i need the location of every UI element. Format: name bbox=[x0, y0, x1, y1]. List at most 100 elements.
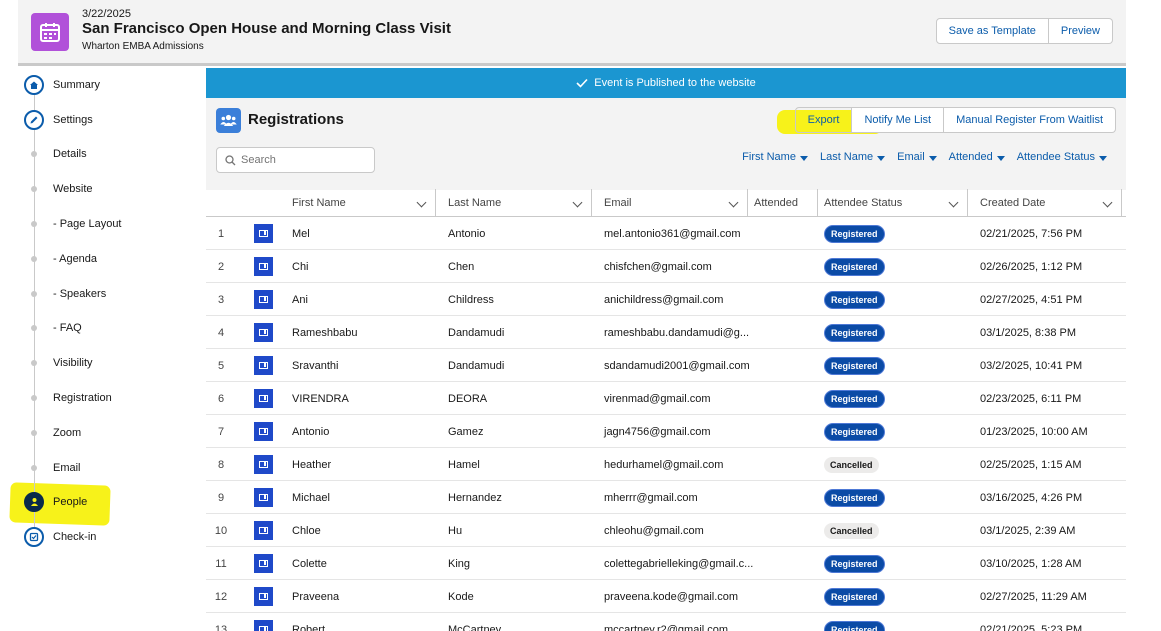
contact-card-icon[interactable] bbox=[254, 290, 273, 309]
caret-down-icon bbox=[799, 155, 808, 161]
event-header: 3/22/2025 San Francisco Open House and M… bbox=[18, 0, 1126, 66]
created-date-cell: 03/2/2025, 10:41 PM bbox=[980, 359, 1083, 372]
filter-attendee-status[interactable]: Attendee Status bbox=[1017, 151, 1107, 163]
first-name-cell: Ani bbox=[292, 293, 308, 306]
status-badge: Registered bbox=[824, 587, 885, 606]
last-name-cell: Antonio bbox=[448, 227, 486, 240]
contact-card-icon[interactable] bbox=[254, 224, 273, 243]
sidebar-item-people[interactable]: People bbox=[18, 487, 206, 517]
sidebar-item-speakers[interactable]: - Speakers bbox=[18, 279, 206, 309]
column-header-last[interactable]: Last Name bbox=[442, 189, 592, 217]
first-name-cell: Rameshbabu bbox=[292, 326, 358, 339]
sidebar-item-settings[interactable]: Settings bbox=[18, 105, 206, 135]
preview-button[interactable]: Preview bbox=[1048, 18, 1113, 44]
contact-card-icon[interactable] bbox=[254, 620, 273, 631]
sidebar-item-faq[interactable]: - FAQ bbox=[18, 313, 206, 343]
table-row[interactable]: 11 Colette King colettegabrielleking@gmail.… bbox=[206, 547, 1126, 580]
created-date-cell: 03/1/2025, 2:39 AM bbox=[980, 524, 1076, 537]
export-button[interactable]: Export bbox=[794, 107, 853, 133]
sidebar-item-label: Details bbox=[53, 148, 87, 160]
email-cell: hedurhamel@gmail.com bbox=[604, 458, 724, 471]
status-cell: Registered bbox=[824, 415, 885, 448]
notify-me-list-button[interactable]: Notify Me List bbox=[852, 107, 945, 133]
table-row[interactable]: 13 Robert McCartney mccartney.r2@gmail.com R… bbox=[206, 613, 1126, 631]
table-row[interactable]: 8 Heather Hamel hedurhamel@gmail.com Cancell… bbox=[206, 448, 1126, 481]
sidebar-item-summary[interactable]: Summary bbox=[18, 70, 206, 100]
filter-last-name[interactable]: Last Name bbox=[820, 151, 886, 163]
sidebar-item-registration[interactable]: Registration bbox=[18, 383, 206, 413]
sidebar-item-zoom[interactable]: Zoom bbox=[18, 418, 206, 448]
column-header-created[interactable]: Created Date bbox=[974, 189, 1122, 217]
chevron-down-icon[interactable] bbox=[416, 197, 427, 208]
table-row[interactable]: 4 Rameshbabu Dandamudi rameshbabu.dandamudi… bbox=[206, 316, 1126, 349]
sidebar-item-agenda[interactable]: - Agenda bbox=[18, 244, 206, 274]
table-row[interactable]: 5 Sravanthi Dandamudi sdandamudi2001@gmail.… bbox=[206, 349, 1126, 382]
chevron-down-icon[interactable] bbox=[572, 197, 583, 208]
table-row[interactable]: 2 Chi Chen chisfchen@gmail.com Registered 02/… bbox=[206, 250, 1126, 283]
chevron-down-icon[interactable] bbox=[1102, 197, 1113, 208]
status-badge: Registered bbox=[824, 554, 885, 573]
sidebar-item-label: Email bbox=[53, 462, 81, 474]
contact-card-icon[interactable] bbox=[254, 356, 273, 375]
table-row[interactable]: 1 Mel Antonio mel.antonio361@gmail.com Regis… bbox=[206, 217, 1126, 250]
contact-card-icon[interactable] bbox=[254, 323, 273, 342]
row-number: 1 bbox=[217, 227, 225, 240]
contact-card-icon[interactable] bbox=[254, 488, 273, 507]
sidebar-item-details[interactable]: Details bbox=[18, 139, 206, 169]
column-header-label: Created Date bbox=[980, 197, 1046, 209]
contact-card-icon[interactable] bbox=[254, 587, 273, 606]
column-header-status[interactable]: Attendee Status bbox=[818, 189, 968, 217]
contact-card-icon[interactable] bbox=[254, 389, 273, 408]
sidebar-item-label: Check-in bbox=[53, 531, 97, 543]
manual-register-button[interactable]: Manual Register From Waitlist bbox=[944, 107, 1116, 133]
sidebar-item-label: Zoom bbox=[53, 427, 82, 439]
sidebar-item-visibility[interactable]: Visibility bbox=[18, 348, 206, 378]
save-as-template-button[interactable]: Save as Template bbox=[935, 18, 1049, 44]
email-cell: mel.antonio361@gmail.com bbox=[604, 227, 741, 240]
table-row[interactable]: 7 Antonio Gamez jagn4756@gmail.com Registere… bbox=[206, 415, 1126, 448]
filter-email[interactable]: Email bbox=[897, 151, 937, 163]
table-row[interactable]: 6 VIRENDRA DEORA virenmad@gmail.com Register… bbox=[206, 382, 1126, 415]
contact-card-icon[interactable] bbox=[254, 554, 273, 573]
table-row[interactable]: 12 Praveena Kode praveena.kode@gmail.com Reg… bbox=[206, 580, 1126, 613]
step-dot bbox=[24, 144, 44, 164]
column-header-attended[interactable]: Attended bbox=[748, 189, 818, 217]
column-header-first[interactable]: First Name bbox=[286, 189, 436, 217]
contact-card-icon[interactable] bbox=[254, 257, 273, 276]
table-row[interactable]: 10 Chloe Hu chleohu@gmail.com Cancelled 03/1/… bbox=[206, 514, 1126, 547]
column-header-email[interactable]: Email bbox=[598, 189, 748, 217]
status-badge: Registered bbox=[824, 389, 885, 408]
first-name-cell: Heather bbox=[292, 458, 332, 471]
status-badge: Registered bbox=[824, 323, 885, 342]
table-row[interactable]: 3 Ani Childress anichildress@gmail.com Regis… bbox=[206, 283, 1126, 316]
sidebar-item-check-in[interactable]: Check-in bbox=[18, 522, 206, 552]
step-dot bbox=[24, 353, 44, 373]
contact-card-icon[interactable] bbox=[254, 455, 273, 474]
last-name-cell: Dandamudi bbox=[448, 326, 505, 339]
row-number: 7 bbox=[217, 425, 225, 438]
chevron-down-icon[interactable] bbox=[948, 197, 959, 208]
step-dot bbox=[24, 388, 44, 408]
first-name-cell: Sravanthi bbox=[292, 359, 339, 372]
sidebar-item-page-layout[interactable]: - Page Layout bbox=[18, 209, 206, 239]
row-number: 12 bbox=[214, 590, 228, 603]
contact-card-icon[interactable] bbox=[254, 422, 273, 441]
status-badge: Registered bbox=[824, 488, 885, 507]
step-dot bbox=[24, 214, 44, 234]
email-cell: mccartney.r2@gmail.com bbox=[604, 623, 729, 631]
chevron-down-icon[interactable] bbox=[728, 197, 739, 208]
contact-card-icon[interactable] bbox=[254, 521, 273, 540]
sidebar-item-website[interactable]: Website bbox=[18, 174, 206, 204]
filter-label: Email bbox=[897, 151, 925, 163]
column-header-label: Attendee Status bbox=[824, 197, 903, 209]
last-name-cell: Hu bbox=[448, 524, 463, 537]
main-content: Event is Published to the website Regist… bbox=[206, 68, 1126, 631]
sidebar-item-email[interactable]: Email bbox=[18, 453, 206, 483]
search-input[interactable] bbox=[241, 154, 361, 166]
status-badge: Registered bbox=[824, 257, 885, 276]
table-row[interactable]: 9 Michael Hernandez mherrr@gmail.com Registe… bbox=[206, 481, 1126, 514]
status-cell: Registered bbox=[824, 382, 885, 415]
created-date-cell: 02/27/2025, 4:51 PM bbox=[980, 293, 1083, 306]
filter-first-name[interactable]: First Name bbox=[742, 151, 808, 163]
filter-attended[interactable]: Attended bbox=[949, 151, 1005, 163]
